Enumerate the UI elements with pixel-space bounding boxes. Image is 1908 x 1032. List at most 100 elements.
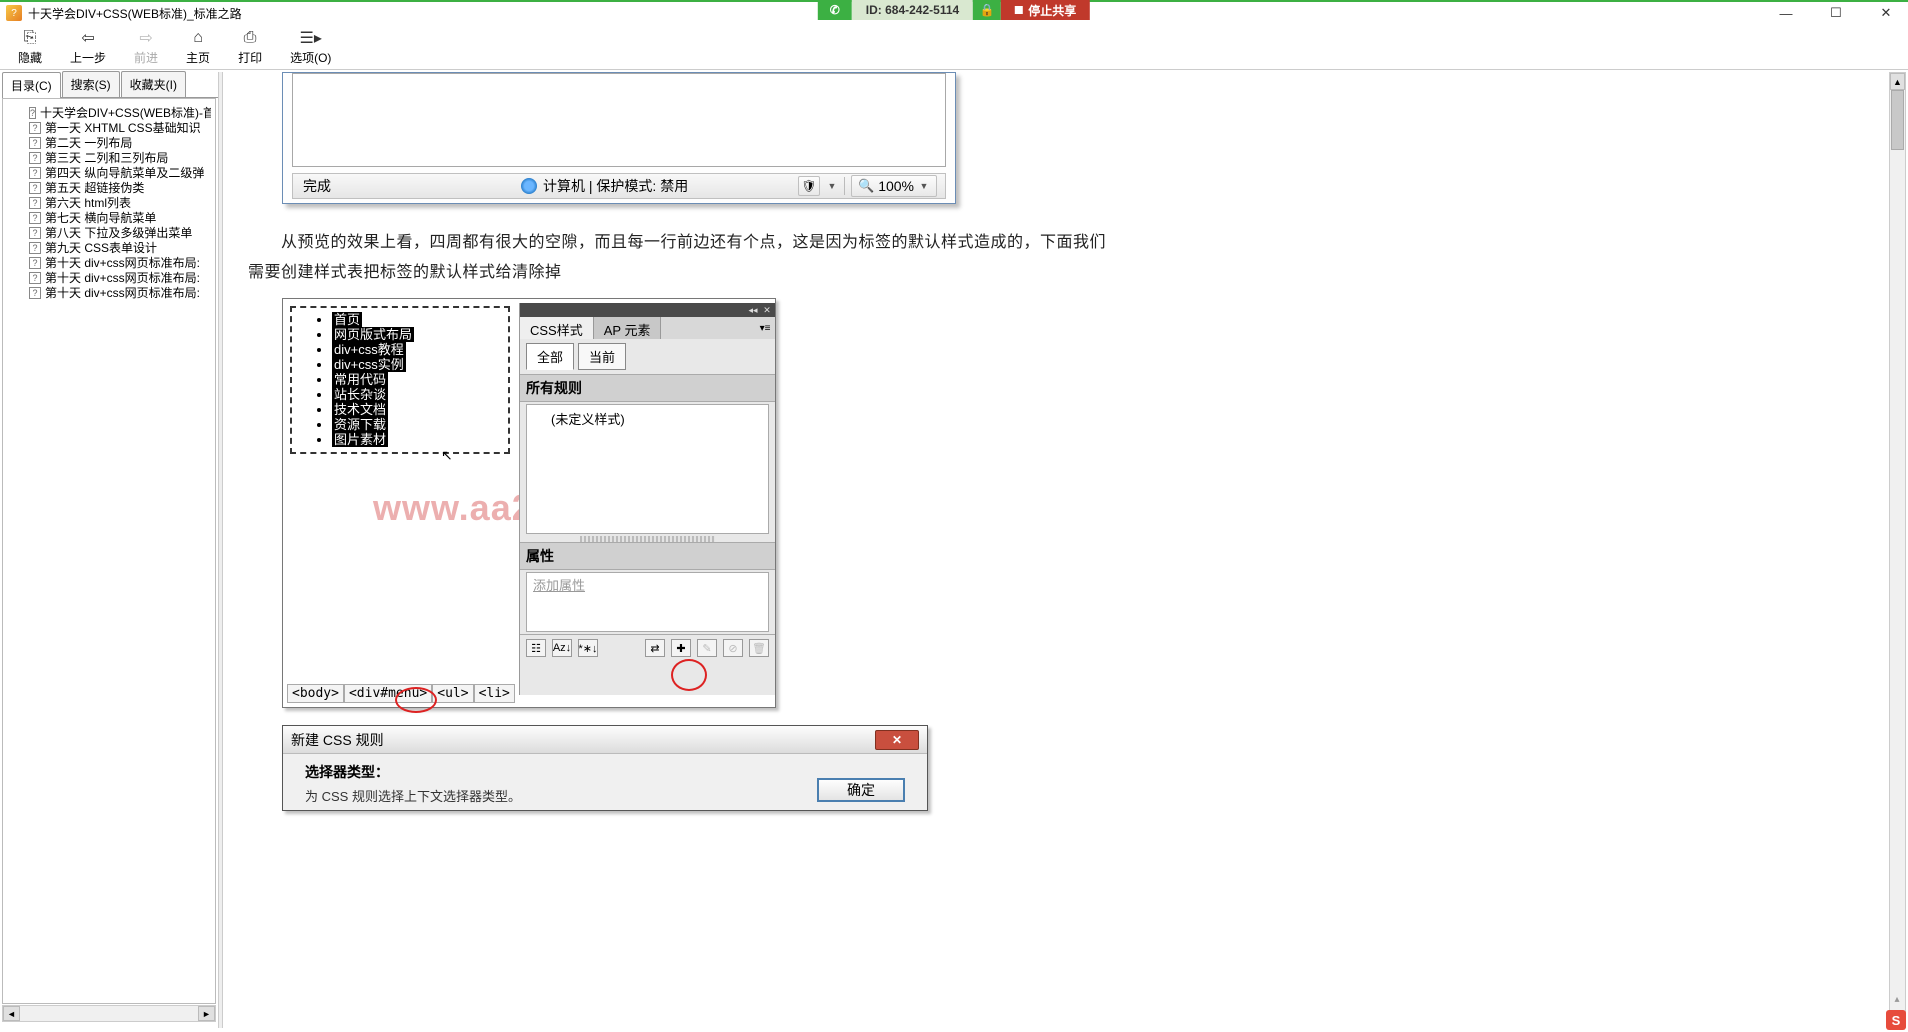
ime-expand-icon[interactable]: ▴ <box>1888 994 1906 1008</box>
help-page-icon: ? <box>29 212 41 224</box>
tag-li[interactable]: <li> <box>474 684 515 703</box>
tree-horizontal-scrollbar[interactable]: ◄ ► <box>2 1005 216 1022</box>
disable-button[interactable]: ⊘ <box>723 639 743 657</box>
back-button[interactable]: ⇦ 上一步 <box>70 29 106 66</box>
stop-share-label: 停止共享 <box>1028 2 1076 19</box>
help-page-icon: ? <box>29 137 41 149</box>
all-rules-header: 所有规则 <box>520 374 775 402</box>
tab-contents[interactable]: 目录(C) <box>2 72 61 98</box>
tree-item[interactable]: ?第八天 下拉及多级弹出菜单 <box>29 225 211 240</box>
tab-css-styles[interactable]: CSS样式 <box>520 317 594 339</box>
scroll-thumb[interactable] <box>1891 90 1904 150</box>
tree-item[interactable]: ?第二天 一列布局 <box>29 135 211 150</box>
vertical-splitter[interactable] <box>218 72 223 1028</box>
dialog-body: 选择器类型： 为 CSS 规则选择上下文选择器类型。 确定 <box>283 754 927 811</box>
scroll-right-arrow[interactable]: ► <box>198 1006 215 1021</box>
rules-list[interactable]: (未定义样式) <box>526 404 769 534</box>
new-css-rule-button[interactable]: ✚ <box>671 639 691 657</box>
subtab-all[interactable]: 全部 <box>526 343 574 370</box>
forward-icon: ⇨ <box>136 29 156 47</box>
ie-security-mode: 计算机 | 保护模式: 禁用 <box>543 176 688 196</box>
panel-menu-icon[interactable]: ▾≡ <box>755 317 775 339</box>
scroll-track[interactable] <box>20 1006 198 1021</box>
tree-item[interactable]: ?十天学会DIV+CSS(WEB标准)-首 <box>29 105 211 120</box>
dialog-close-button[interactable]: ✕ <box>875 730 919 750</box>
highlight-circle-new-rule <box>671 659 707 691</box>
subtab-current[interactable]: 当前 <box>578 343 626 370</box>
tree-item[interactable]: ?第五天 超链接伪类 <box>29 180 211 195</box>
delete-rule-button[interactable]: 🗑 <box>749 639 769 657</box>
app-icon: ? <box>6 5 22 21</box>
help-page-icon: ? <box>29 227 41 239</box>
tree-item[interactable]: ?第九天 CSS表单设计 <box>29 240 211 255</box>
tab-search[interactable]: 搜索(S) <box>62 71 120 97</box>
tree-item[interactable]: ? 第六天 html列表 <box>29 195 211 210</box>
properties-box[interactable]: 添加属性 <box>526 572 769 632</box>
stop-share-button[interactable]: 停止共享 <box>1001 0 1090 20</box>
tag-ul[interactable]: <ul> <box>432 684 473 703</box>
content-vertical-scrollbar[interactable]: ▲ <box>1889 72 1906 1028</box>
list-view-button[interactable]: Aᴢ↓ <box>552 639 572 657</box>
tree-item[interactable]: ?第十天 div+css网页标准布局: <box>29 270 211 285</box>
edit-rule-button[interactable]: ✎ <box>697 639 717 657</box>
category-view-button[interactable]: ☷ <box>526 639 546 657</box>
list-item: 资源下载 <box>332 417 504 432</box>
back-label: 上一步 <box>70 49 106 66</box>
panel-close-icon[interactable]: ✕ <box>761 305 773 316</box>
tag-body[interactable]: <body> <box>287 684 344 703</box>
tree-item-label: 第七天 横向导航菜单 <box>45 210 156 225</box>
home-button[interactable]: ⌂ 主页 <box>186 29 210 66</box>
chevron-down-icon[interactable]: ▼ <box>918 181 930 191</box>
collapse-icon[interactable]: ◂◂ <box>747 305 759 316</box>
options-icon: ☰▸ <box>301 29 321 47</box>
stop-icon <box>1015 6 1023 14</box>
dw-menu-list: 首页网页版式布局div+css教程div+css实例常用代码站长杂谈技术文档资源… <box>322 312 504 447</box>
ok-button[interactable]: 确定 <box>817 778 905 802</box>
tree-item[interactable]: ?第四天 纵向导航菜单及二级弹 <box>29 165 211 180</box>
tree-item[interactable]: ?第三天 二列和三列布局 <box>29 150 211 165</box>
list-item: div+css教程 <box>332 342 504 357</box>
selector-type-label: 选择器类型： <box>305 762 817 782</box>
options-button[interactable]: ☰▸ 选项(O) <box>290 29 331 66</box>
list-item-label: 资源下载 <box>332 417 388 432</box>
tree-item-label: 第三天 二列和三列布局 <box>45 150 168 165</box>
lock-icon[interactable]: 🔒 <box>973 0 1001 20</box>
ie-page-icon[interactable]: 🛡 <box>798 176 820 196</box>
article-paragraph: 从预览的效果上看，四周都有很大的空隙，而且每一行前边还有个点，这是因为标签的默认… <box>248 228 1108 288</box>
help-page-icon: ? <box>29 197 41 209</box>
maximize-button[interactable]: ☐ <box>1822 4 1850 22</box>
ie-zoom-control[interactable]: 🔍 100% ▼ <box>851 175 937 197</box>
phone-icon[interactable]: ✆ <box>818 0 852 20</box>
cursor-icon: ↖ <box>441 447 453 464</box>
scroll-up-arrow[interactable]: ▲ <box>1890 73 1905 90</box>
tab-ap-elements[interactable]: AP 元素 <box>594 317 662 339</box>
attach-stylesheet-button[interactable]: ⇄ <box>645 639 665 657</box>
add-property-link[interactable]: 添加属性 <box>533 578 585 593</box>
tree-item[interactable]: ? 第七天 横向导航菜单 <box>29 210 211 225</box>
list-item: 常用代码 <box>332 372 504 387</box>
tree-item-label: 第六天 html列表 <box>45 195 131 210</box>
contents-tree: ?十天学会DIV+CSS(WEB标准)-首?第一天 XHTML CSS基础知识?… <box>3 99 215 306</box>
hide-button[interactable]: ⎘ 隐藏 <box>18 29 42 66</box>
tree-item[interactable]: ?第十天 div+css网页标准布局: <box>29 285 211 300</box>
tab-favorites[interactable]: 收藏夹(I) <box>121 71 186 97</box>
list-item-label: div+css实例 <box>332 357 406 372</box>
hide-icon: ⎘ <box>20 29 40 47</box>
scroll-left-arrow[interactable]: ◄ <box>3 1006 20 1021</box>
css-panel-footer: ☷ Aᴢ↓ *∗↓ ⇄ ✚ ✎ ⊘ 🗑 <box>520 634 775 661</box>
ime-indicator[interactable]: S <box>1886 1010 1906 1030</box>
print-icon: ⎙ <box>240 29 260 47</box>
close-button[interactable]: ✕ <box>1872 4 1900 22</box>
undefined-style-item[interactable]: (未定义样式) <box>533 407 762 430</box>
list-item: div+css实例 <box>332 357 504 372</box>
home-label: 主页 <box>186 49 210 66</box>
chevron-down-icon[interactable]: ▼ <box>826 181 838 191</box>
highlight-circle-ul <box>395 687 437 713</box>
tree-item[interactable]: ?第十天 div+css网页标准布局: <box>29 255 211 270</box>
set-view-button[interactable]: *∗↓ <box>578 639 598 657</box>
list-item: 站长杂谈 <box>332 387 504 402</box>
tree-item-label: 第十天 div+css网页标准布局: <box>45 285 200 300</box>
tree-item[interactable]: ?第一天 XHTML CSS基础知识 <box>29 120 211 135</box>
minimize-button[interactable]: — <box>1772 4 1800 22</box>
print-button[interactable]: ⎙ 打印 <box>238 29 262 66</box>
